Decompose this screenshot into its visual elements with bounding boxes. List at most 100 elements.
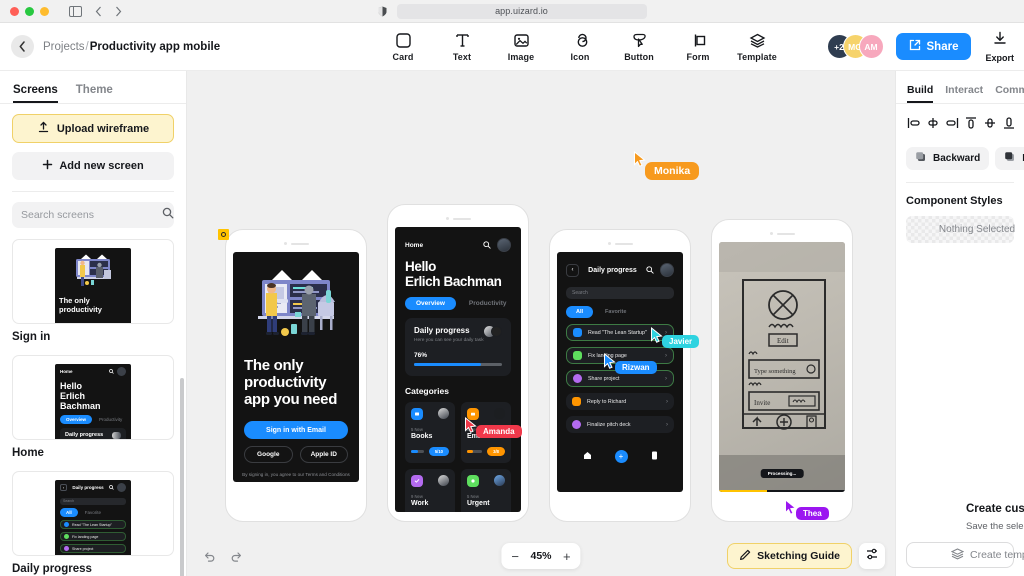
tool-card[interactable]: Card xyxy=(382,32,424,62)
screen-daily-progress[interactable]: ‹ Daily progress Search All Favorite Rea… xyxy=(557,252,683,492)
sketching-guide-button[interactable]: Sketching Guide xyxy=(727,543,852,569)
daily-progress-card[interactable]: Daily progress Here you can see your dai… xyxy=(405,318,511,376)
align-center-horizontal-icon[interactable] xyxy=(925,115,941,136)
home-tab-productivity[interactable]: Productivity xyxy=(469,300,507,307)
home-nav-icon[interactable] xyxy=(583,447,592,465)
add-task-fab[interactable]: + xyxy=(614,449,628,463)
uizard-app-window: app.uizard.io Projects/Productivity app … xyxy=(0,0,1024,576)
avatar[interactable] xyxy=(659,263,674,277)
zoom-level-value[interactable]: 45% xyxy=(528,550,554,562)
avatar[interactable] xyxy=(497,238,511,252)
collaborator-avatars[interactable]: +2 MG AM xyxy=(826,34,884,59)
align-middle-vertical-icon[interactable] xyxy=(982,115,998,136)
align-left-icon[interactable] xyxy=(906,115,922,136)
search-icon[interactable] xyxy=(162,206,174,224)
search-icon[interactable] xyxy=(646,261,654,279)
upload-wireframe-label: Upload wireframe xyxy=(56,122,150,135)
search-icon[interactable] xyxy=(483,236,491,254)
send-backward-button[interactable]: Backward xyxy=(906,147,990,170)
create-template-button[interactable]: Create template xyxy=(906,542,1024,568)
upload-wireframe-button[interactable]: Upload wireframe xyxy=(12,114,174,143)
category-card-books[interactable]: 5 New Books 5/10 xyxy=(405,402,455,463)
chevron-right-icon[interactable]: › xyxy=(665,376,667,382)
align-top-icon[interactable] xyxy=(963,115,979,136)
bottom-nav[interactable]: + xyxy=(557,433,683,473)
task-row[interactable]: Fix landing page › xyxy=(566,347,674,364)
sign-in-apple-button[interactable]: Apple ID xyxy=(299,446,348,463)
bring-forward-button[interactable]: Forward xyxy=(995,147,1024,170)
screen-sign-in[interactable]: The only productivity app you need Sign in… xyxy=(233,252,359,482)
image-icon xyxy=(513,32,530,49)
sidebar-tabs: Screens Theme xyxy=(0,71,186,104)
align-right-icon[interactable] xyxy=(944,115,960,136)
daily-progress-percent: 76% xyxy=(414,352,428,359)
filter-favorite[interactable]: Favorite xyxy=(605,309,626,315)
profile-nav-icon[interactable] xyxy=(651,447,658,465)
component-styles-title: Component Styles xyxy=(906,195,1003,207)
work-icon xyxy=(411,475,423,487)
search-screens-input[interactable] xyxy=(21,209,156,221)
back-to-projects-button[interactable] xyxy=(11,35,34,58)
panel-tab-interact[interactable]: Interact xyxy=(945,84,983,103)
screen-home[interactable]: Home Hello Erlich Bachman Overview Produ… xyxy=(395,227,521,512)
export-button[interactable]: Export xyxy=(985,31,1014,63)
chevron-right-icon[interactable]: › xyxy=(665,353,667,359)
design-canvas[interactable]: The only productivity app you need Sign in… xyxy=(187,71,895,576)
sidebar-tab-theme[interactable]: Theme xyxy=(76,84,113,103)
panel-tab-build[interactable]: Build xyxy=(907,84,934,103)
canvas-settings-button[interactable] xyxy=(859,543,885,569)
sidebar-scrollbar[interactable] xyxy=(180,378,184,576)
tool-image[interactable]: Image xyxy=(500,32,542,62)
chevron-right-icon[interactable]: › xyxy=(665,330,667,336)
task-row[interactable]: Read "The Lean Startup" › xyxy=(566,324,674,341)
task-row[interactable]: Reply to Richard › xyxy=(566,393,674,410)
share-button[interactable]: Share xyxy=(895,33,972,60)
artboard-sign-in[interactable]: The only productivity app you need Sign in… xyxy=(218,229,367,522)
chevron-right-icon[interactable]: › xyxy=(666,422,668,428)
artboard-daily-progress[interactable]: ‹ Daily progress Search All Favorite Rea… xyxy=(549,229,691,522)
zoom-out-button[interactable]: − xyxy=(511,550,519,563)
tool-button[interactable]: Button xyxy=(618,32,660,62)
zoom-in-button[interactable]: + xyxy=(563,550,571,563)
sidebar-tab-screens[interactable]: Screens xyxy=(13,84,58,103)
home-tab-overview[interactable]: Overview xyxy=(405,297,456,310)
sign-in-email-button[interactable]: Sign in with Email xyxy=(244,421,348,439)
align-bottom-icon[interactable] xyxy=(1001,115,1017,136)
screen-thumb-daily-progress[interactable]: ‹ Daily progress Search All Favorite Read… xyxy=(12,471,174,556)
category-card-work[interactable]: 9 New Work 9/15 xyxy=(405,469,455,512)
search-screens-box[interactable] xyxy=(12,202,174,228)
task-row[interactable]: Share project › xyxy=(566,370,674,387)
category-card-urgent[interactable]: 5 New Urgent 5/10 xyxy=(461,469,511,512)
category-card-email[interactable]: 3 New Email 3/8 xyxy=(461,402,511,463)
tool-text[interactable]: Text xyxy=(441,32,483,62)
tool-icon[interactable]: Icon xyxy=(559,32,601,62)
sign-in-google-button[interactable]: Google xyxy=(244,446,293,463)
screen-thumb-home[interactable]: Home Hello Erlich Bachman Overview Product… xyxy=(12,355,174,440)
task-search-input[interactable]: Search xyxy=(566,287,674,299)
app-toolbar: Projects/Productivity app mobile Card Te… xyxy=(0,23,1024,71)
panel-tab-comments[interactable]: Comments xyxy=(995,84,1024,103)
tool-form[interactable]: Form xyxy=(677,32,719,62)
screens-list[interactable]: The only productivity Sign in Home Hello… xyxy=(0,228,186,576)
back-icon[interactable]: ‹ xyxy=(566,263,579,277)
task-row[interactable]: Finalize pitch deck › xyxy=(566,416,674,433)
undo-button[interactable] xyxy=(199,546,220,567)
avatar[interactable]: AM xyxy=(858,34,884,59)
download-icon xyxy=(992,31,1008,51)
breadcrumb-parent[interactable]: Projects xyxy=(43,41,85,53)
artboard-wireframe-upload[interactable]: Edit Type something Invite Processing... xyxy=(711,219,853,522)
artboard-home[interactable]: Home Hello Erlich Bachman Overview Produ… xyxy=(387,204,529,522)
screen-wireframe-photo[interactable]: Edit Type something Invite Processing... xyxy=(719,242,845,492)
avatar xyxy=(494,408,505,419)
phone-notch xyxy=(395,214,521,223)
redo-button[interactable] xyxy=(226,546,247,567)
filter-all[interactable]: All xyxy=(566,306,594,318)
tool-card-label: Card xyxy=(392,51,414,62)
selection-handle[interactable] xyxy=(218,229,229,240)
category-new-count: 5 New xyxy=(411,427,423,432)
chevron-right-icon[interactable]: › xyxy=(666,399,668,405)
tool-template[interactable]: Template xyxy=(736,32,778,62)
add-new-screen-button[interactable]: Add new screen xyxy=(12,152,174,180)
screen-thumb-sign-in[interactable]: The only productivity xyxy=(12,239,174,324)
address-bar[interactable]: app.uizard.io xyxy=(396,3,647,19)
